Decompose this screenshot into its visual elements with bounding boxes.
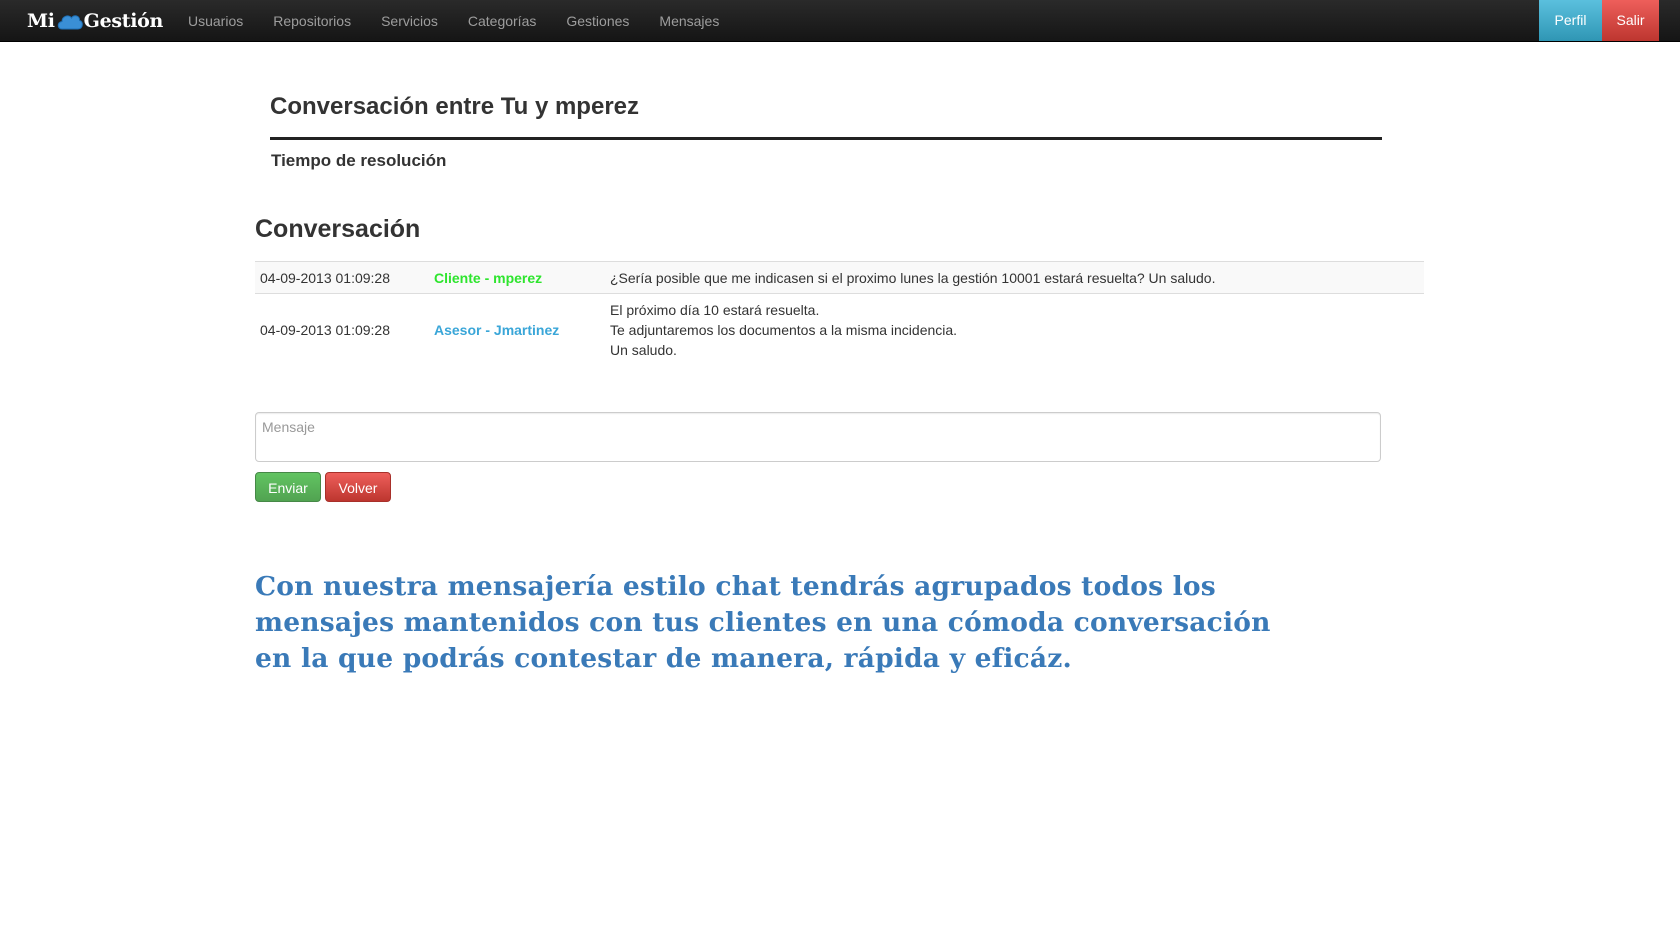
message-text-line: El próximo día 10 estará resuelta. (610, 302, 820, 318)
promo-line: mensajes mantenidos con tus clientes en … (255, 607, 1271, 638)
brand-text-mi: Mi (27, 10, 55, 32)
nav-usuarios[interactable]: Usuarios (174, 0, 258, 42)
logout-button[interactable]: Salir (1602, 0, 1659, 41)
promo-line: en la que podrás contestar de manera, rá… (255, 643, 1072, 674)
top-navbar: Mi Gestión Usuarios Repositorios Servici… (0, 0, 1680, 42)
conversation-title: Conversación (255, 215, 421, 243)
nav-categorias[interactable]: Categorías (453, 0, 551, 42)
message-row: 04-09-2013 01:09:28 Asesor - Jmartinez E… (255, 293, 1424, 370)
brand-logo[interactable]: Mi Gestión (27, 7, 163, 35)
promo-text: Con nuestra mensajería estilo chat tendr… (255, 569, 1355, 677)
message-date: 04-09-2013 01:09:28 (260, 270, 390, 286)
profile-button[interactable]: Perfil (1539, 0, 1602, 41)
message-date: 04-09-2013 01:09:28 (260, 322, 390, 338)
page-title: Conversación entre Tu y mperez (270, 85, 1382, 140)
send-button[interactable]: Enviar (255, 472, 321, 502)
nav-gestiones[interactable]: Gestiones (551, 0, 644, 42)
message-text-line: Un saludo. (610, 342, 677, 358)
message-input[interactable] (255, 412, 1381, 462)
message-text-line: ¿Sería posible que me indicasen si el pr… (610, 270, 1216, 286)
cloud-icon (56, 10, 83, 32)
messages-table: 04-09-2013 01:09:28 Cliente - mperez ¿Se… (255, 261, 1424, 369)
main-nav: Usuarios Repositorios Servicios Categorí… (174, 0, 734, 42)
message-author: Cliente - mperez (434, 270, 543, 286)
message-author: Asesor - Jmartinez (434, 322, 560, 338)
message-text-line: Te adjuntaremos los documentos a la mism… (610, 322, 958, 338)
message-text: ¿Sería posible que me indicasen si el pr… (605, 262, 1424, 294)
resolution-time-label: Tiempo de resolución (271, 151, 447, 170)
promo-line: Con nuestra mensajería estilo chat tendr… (255, 571, 1216, 602)
message-text: El próximo día 10 estará resuelta. Te ad… (605, 294, 1424, 370)
nav-servicios[interactable]: Servicios (366, 0, 453, 42)
conversation-header: Conversación entre Tu y mperez Tiempo de… (270, 85, 1382, 173)
nav-mensajes[interactable]: Mensajes (644, 0, 734, 42)
reply-buttons: Enviar Volver (255, 472, 1381, 502)
nav-right-actions: Perfil Salir (1539, 0, 1659, 41)
brand-text-gestion: Gestión (83, 10, 164, 32)
nav-repositorios[interactable]: Repositorios (258, 0, 366, 42)
message-row: 04-09-2013 01:09:28 Cliente - mperez ¿Se… (255, 261, 1424, 294)
reply-form: Enviar Volver (255, 412, 1381, 502)
conversation-section: Conversación 04-09-2013 01:09:28 Cliente… (255, 210, 1424, 369)
back-button[interactable]: Volver (325, 472, 391, 502)
